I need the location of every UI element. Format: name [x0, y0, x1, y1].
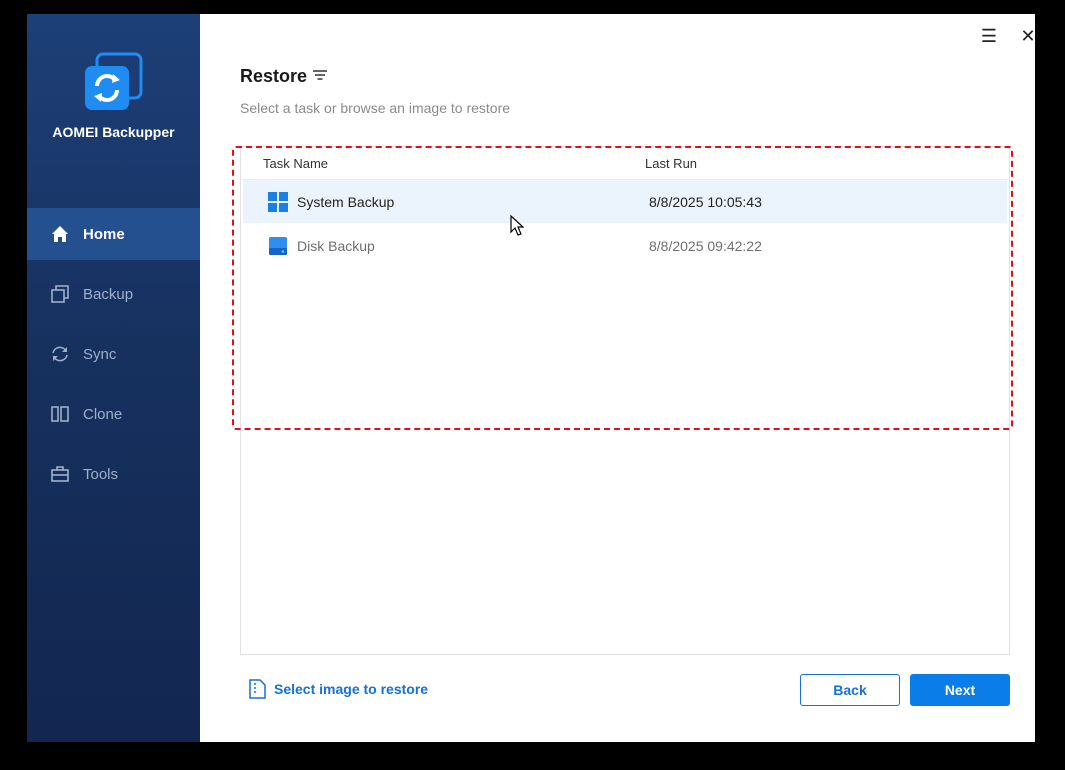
column-header-task-name[interactable]: Task Name	[263, 156, 328, 171]
disk-icon	[269, 237, 287, 255]
back-button[interactable]: Back	[800, 674, 900, 706]
close-icon[interactable]: ✕	[1018, 26, 1035, 46]
table-row[interactable]: Disk Backup 8/8/2025 09:42:22	[243, 224, 1007, 267]
sync-icon	[49, 343, 71, 365]
windows-icon	[268, 192, 288, 212]
backup-icon	[49, 283, 71, 305]
sidebar-item-label: Sync	[83, 345, 117, 363]
sidebar-item-tools[interactable]: Tools	[27, 448, 200, 500]
tools-icon	[49, 463, 71, 485]
sidebar-item-label: Backup	[83, 285, 134, 303]
sidebar-item-label: Home	[83, 225, 125, 243]
task-list-panel: Task Name Last Run System Backup 8/8/202…	[240, 146, 1010, 655]
sidebar-item-home[interactable]: Home	[27, 208, 200, 260]
sidebar-item-label: Tools	[83, 465, 119, 483]
table-header: Task Name Last Run	[241, 147, 1009, 180]
table-row[interactable]: System Backup 8/8/2025 10:05:43	[243, 180, 1007, 223]
task-name: Disk Backup	[297, 238, 375, 254]
task-last-run: 8/8/2025 10:05:43	[649, 194, 762, 210]
mouse-cursor-icon	[510, 215, 524, 236]
column-header-last-run[interactable]: Last Run	[645, 156, 697, 171]
sidebar-item-clone[interactable]: Clone	[27, 388, 200, 440]
task-name: System Backup	[297, 194, 395, 210]
sidebar-item-backup[interactable]: Backup	[27, 268, 200, 320]
page-title: Restore	[240, 66, 308, 86]
filter-icon[interactable]	[313, 68, 327, 82]
select-image-link[interactable]: Select image to restore	[248, 679, 428, 699]
app-logo-icon	[85, 52, 143, 110]
home-icon	[49, 223, 71, 245]
main-content: ☰ ✕ Restore Select a task or browse an i…	[200, 14, 1035, 742]
hamburger-icon[interactable]: ☰	[979, 26, 999, 46]
app-window: AOMEI Backupper Home Backup Sync Clone T…	[27, 14, 1035, 742]
sidebar-item-sync[interactable]: Sync	[27, 328, 200, 380]
clone-icon	[49, 403, 71, 425]
app-name: AOMEI Backupper	[52, 124, 175, 140]
sidebar: AOMEI Backupper Home Backup Sync Clone T…	[27, 14, 200, 742]
page-subtitle: Select a task or browse an image to rest…	[240, 100, 511, 116]
select-image-label: Select image to restore	[274, 681, 429, 697]
task-last-run: 8/8/2025 09:42:22	[649, 238, 762, 254]
file-image-icon	[249, 679, 266, 699]
sidebar-item-label: Clone	[83, 405, 123, 423]
next-button[interactable]: Next	[910, 674, 1010, 706]
